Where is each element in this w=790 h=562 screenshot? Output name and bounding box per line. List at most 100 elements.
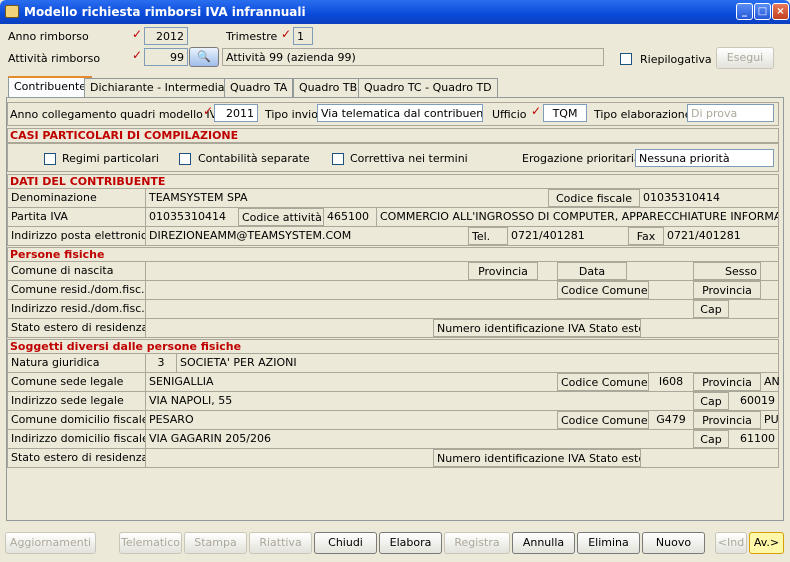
anno-rimborso-label: Anno rimborso	[8, 30, 89, 43]
indirizzo-dom-row: Indirizzo domicilio fiscale VIA GAGARIN …	[7, 430, 779, 449]
cap-value[interactable]: 61100	[729, 430, 778, 448]
tipo-invio-select[interactable]: Via telematica dal contribuente	[317, 104, 483, 122]
correttiva-checkbox[interactable]	[332, 153, 344, 165]
codice-fiscale-value[interactable]: 01035310414	[640, 189, 778, 207]
anno-collegamento-field[interactable]: 2011	[214, 104, 258, 122]
nuovo-button[interactable]: Nuovo	[642, 532, 705, 554]
cap-value[interactable]: 60019	[729, 392, 778, 410]
cap-label: Cap	[693, 300, 729, 318]
fax-value[interactable]: 0721/401281	[664, 227, 778, 245]
fax-label: Fax	[628, 227, 664, 245]
window-title: Modello richiesta rimborsi IVA infrannua…	[24, 5, 306, 19]
maximize-icon[interactable]: □	[754, 3, 771, 20]
registra-button[interactable]: Registra	[444, 532, 510, 554]
elabora-button[interactable]: Elabora	[379, 532, 442, 554]
tab-dichiarante[interactable]: Dichiarante - Intermediario	[84, 78, 245, 97]
required-check-icon: ✓	[132, 27, 143, 41]
comune-nascita-row: Comune di nascita Provincia Data Sesso	[7, 262, 779, 281]
natura-row: Natura giuridica 3 SOCIETA' PER AZIONI	[7, 354, 779, 373]
indirizzo-resid-label: Indirizzo resid./dom.fisc.	[8, 300, 146, 318]
attivita-rimborso-field[interactable]: 99	[144, 48, 188, 66]
erogazione-label: Erogazione prioritaria	[522, 152, 641, 165]
regimi-label: Regimi particolari	[62, 152, 159, 165]
indirizzo-sede-label: Indirizzo sede legale	[8, 392, 146, 410]
partita-iva-label: Partita IVA	[8, 208, 146, 226]
tab-quadro-tb[interactable]: Quadro TB	[293, 78, 364, 97]
denominazione-value[interactable]: TEAMSYSTEM SPA	[146, 189, 548, 207]
provincia-label: Provincia	[693, 281, 761, 299]
trimestre-field[interactable]: 1	[293, 27, 313, 45]
comune-dom-value[interactable]: PESARO	[146, 411, 557, 429]
next-button[interactable]: Av.>	[749, 532, 784, 554]
codice-attivita-value[interactable]: 465100	[324, 208, 376, 226]
indirizzo-dom-value[interactable]: VIA GAGARIN 205/206	[146, 430, 693, 448]
tab-quadro-ta[interactable]: Quadro TA	[224, 78, 294, 97]
cap-label: Cap	[693, 392, 729, 410]
correttiva-label: Correttiva nei termini	[350, 152, 468, 165]
indirizzo-sede-value[interactable]: VIA NAPOLI, 55	[146, 392, 693, 410]
pec-value[interactable]: DIREZIONEAMM@TEAMSYSTEM.COM	[146, 227, 468, 245]
ufficio-field[interactable]: TQM	[543, 104, 587, 122]
dati-header: DATI DEL CONTRIBUENTE	[7, 174, 779, 189]
telematico-button[interactable]: Telematico	[119, 532, 182, 554]
previous-button[interactable]: <Ind	[715, 532, 747, 554]
comune-sede-value[interactable]: SENIGALLIA	[146, 373, 557, 391]
tel-label: Tel.	[468, 227, 508, 245]
codice-comune-label: Codice Comune	[557, 373, 649, 391]
required-check-icon: ✓	[531, 104, 542, 118]
tel-value[interactable]: 0721/401281	[508, 227, 628, 245]
pec-label: Indirizzo posta elettronica	[8, 227, 146, 245]
anno-collegamento-label: Anno collegamento quadri modello IVA	[10, 108, 224, 121]
provincia-value[interactable]: AN	[761, 373, 780, 391]
elimina-button[interactable]: Elimina	[577, 532, 640, 554]
chiudi-button[interactable]: Chiudi	[314, 532, 377, 554]
riattiva-button[interactable]: Riattiva	[249, 532, 312, 554]
partita-iva-row: Partita IVA 01035310414 Codice attività …	[7, 208, 779, 227]
indirizzo-resid-row: Indirizzo resid./dom.fisc. Cap	[7, 300, 779, 319]
codice-comune-label: Codice Comune	[557, 281, 649, 299]
required-check-icon: ✓	[203, 104, 214, 118]
cap-label: Cap	[693, 430, 729, 448]
data-label: Data	[557, 262, 627, 280]
natura-label: Natura giuridica	[8, 354, 146, 372]
riepilogativa-checkbox[interactable]	[620, 53, 632, 65]
comune-dom-row: Comune domicilio fiscale PESARO Codice C…	[7, 411, 779, 430]
erogazione-select[interactable]: Nessuna priorità	[635, 149, 774, 167]
annulla-button[interactable]: Annulla	[512, 532, 575, 554]
esegui-button[interactable]: Esegui	[716, 47, 774, 69]
casi-header: CASI PARTICOLARI DI COMPILAZIONE	[7, 128, 779, 143]
anno-rimborso-field[interactable]: 2012	[144, 27, 188, 45]
tipo-invio-label: Tipo invio	[265, 108, 318, 121]
comune-sede-row: Comune sede legale SENIGALLIA Codice Com…	[7, 373, 780, 392]
tipo-elaborazione-select[interactable]: Di prova	[687, 104, 774, 122]
natura-code[interactable]: 3	[146, 354, 176, 372]
regimi-checkbox[interactable]	[44, 153, 56, 165]
required-check-icon: ✓	[132, 48, 143, 62]
comune-dom-label: Comune domicilio fiscale	[8, 411, 146, 429]
codice-comune-value[interactable]: I608	[649, 373, 693, 391]
contabilita-checkbox[interactable]	[179, 153, 191, 165]
stato-estero-label: Stato estero di residenza	[8, 449, 146, 467]
natura-desc: SOCIETA' PER AZIONI	[176, 354, 693, 372]
provincia-label: Provincia	[693, 411, 761, 429]
comune-sede-label: Comune sede legale	[8, 373, 146, 391]
tab-contribuente[interactable]: Contribuente	[8, 76, 93, 98]
indirizzo-sede-row: Indirizzo sede legale VIA NAPOLI, 55 Cap…	[7, 392, 779, 411]
attivita-rimborso-label: Attività rimborso	[8, 52, 101, 65]
search-icon[interactable]: 🔍	[189, 47, 219, 67]
codice-comune-value[interactable]: G479	[649, 411, 693, 429]
trimestre-label: Trimestre	[226, 30, 278, 43]
close-icon[interactable]: ×	[772, 3, 789, 20]
provincia-label: Provincia	[693, 373, 761, 391]
aggiornamenti-button[interactable]: Aggiornamenti	[5, 532, 96, 554]
provincia-value[interactable]: PU	[761, 411, 780, 429]
sesso-label: Sesso	[693, 262, 761, 280]
stato-estero-sd-row: Stato estero di residenza Numero identif…	[7, 449, 779, 468]
partita-iva-value[interactable]: 01035310414	[146, 208, 238, 226]
attivita-description: Attività 99 (azienda 99)	[222, 48, 604, 66]
minimize-icon[interactable]: _	[736, 3, 753, 20]
codice-comune-label: Codice Comune	[557, 411, 649, 429]
tab-quadro-tc-td[interactable]: Quadro TC - Quadro TD	[358, 78, 498, 97]
stampa-button[interactable]: Stampa	[184, 532, 247, 554]
comune-nascita-label: Comune di nascita	[8, 262, 146, 280]
